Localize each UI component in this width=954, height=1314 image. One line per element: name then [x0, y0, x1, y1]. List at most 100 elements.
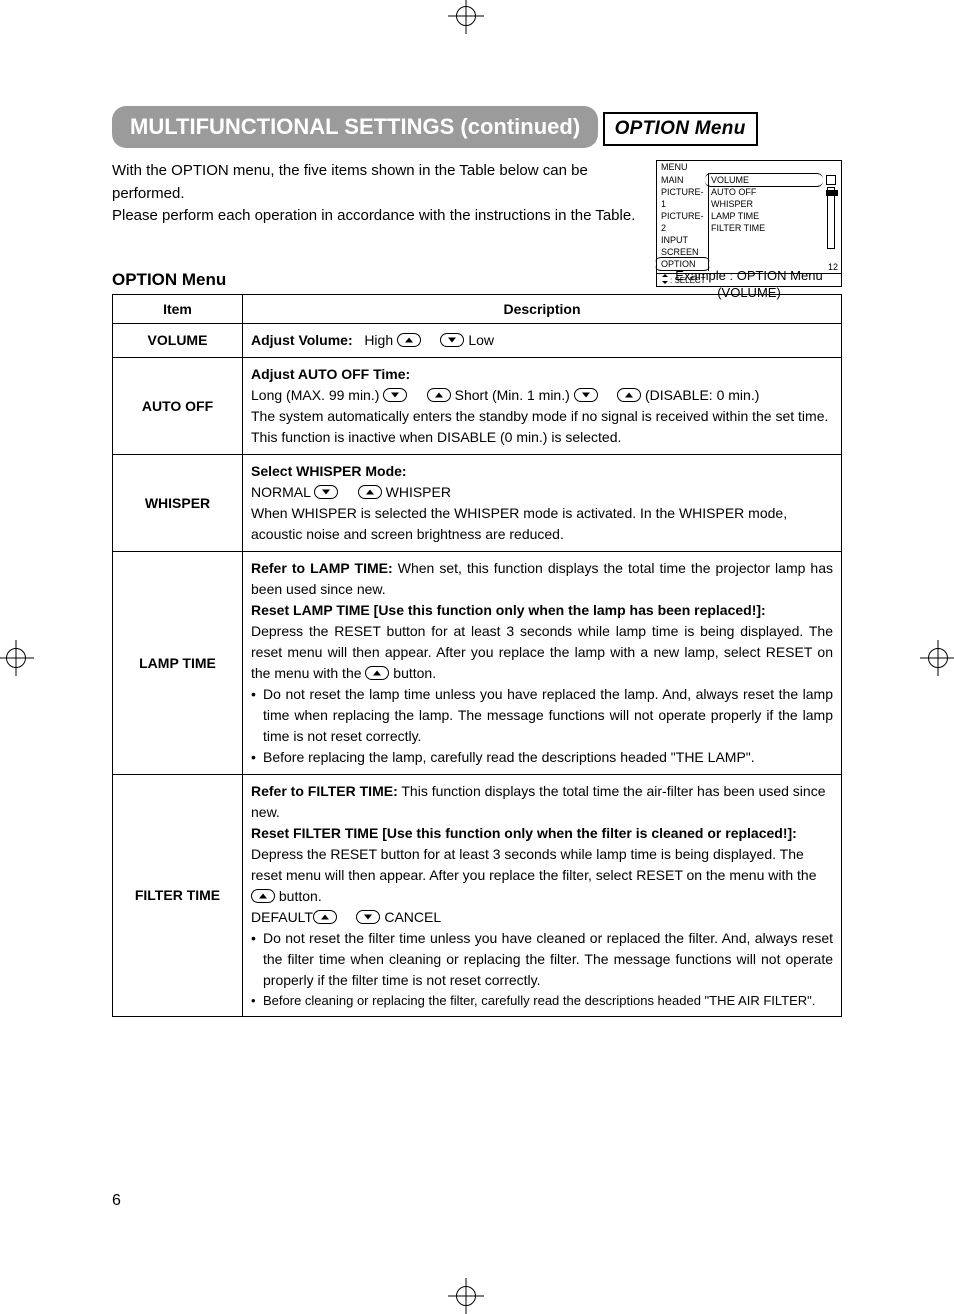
lamp-body2b: button.	[389, 665, 436, 681]
down-key-icon	[314, 485, 338, 499]
osd-caption-l1: Example : OPTION Menu	[675, 268, 822, 283]
osd-right-col: VOLUME AUTO OFF WHISPER LAMP TIME FILTER…	[709, 173, 821, 271]
lamp-bul2: Before replacing the lamp, carefully rea…	[263, 747, 833, 768]
crop-mark	[0, 0, 1, 28]
osd-left-col: MAIN PICTURE-1 PICTURE-2 INPUT SCREEN OP…	[659, 173, 709, 271]
osd-box-icon	[826, 175, 836, 185]
whisper-normal: NORMAL	[251, 484, 310, 500]
osd-left-item: PICTURE-2	[661, 210, 706, 234]
volume-low: Low	[468, 332, 494, 348]
osd-right-item-selected: VOLUME	[711, 174, 819, 186]
lamp-body2a: Depress the RESET button for at least 3 …	[251, 623, 833, 681]
row-desc-volume: Adjust Volume: High Low	[243, 323, 842, 357]
osd-caption-l2: (VOLUME)	[717, 285, 781, 300]
option-table: Item Description VOLUME Adjust Volume: H…	[112, 294, 842, 1018]
row-desc-autooff: Adjust AUTO OFF Time: Long (MAX. 99 min.…	[243, 357, 842, 454]
up-key-icon	[251, 889, 275, 903]
crop-mark	[0, 173, 28, 174]
table-row: FILTER TIME Refer to FILTER TIME: This f…	[113, 774, 842, 1017]
section-banner: MULTIFUNCTIONAL SETTINGS (continued)	[112, 106, 598, 148]
crop-mark	[0, 57, 28, 58]
osd-left-item: MAIN	[661, 174, 706, 186]
up-key-icon	[397, 333, 421, 347]
bullet: •Do not reset the filter time unless you…	[251, 928, 833, 991]
osd-right-item: FILTER TIME	[711, 222, 819, 234]
osd-title: MENU	[657, 161, 841, 173]
down-key-icon	[356, 910, 380, 924]
filter-body2a: Depress the RESET button for at least 3 …	[251, 846, 817, 883]
volume-high: High	[364, 332, 393, 348]
autooff-long: Long (MAX. 99 min.)	[251, 387, 379, 403]
crop-mark	[0, 174, 1, 202]
row-item-lamp: LAMP TIME	[113, 551, 243, 774]
registration-mark-icon	[0, 640, 34, 676]
osd-slider-icon	[827, 187, 835, 249]
registration-mark-icon	[448, 0, 484, 34]
filter-lead2: Reset FILTER TIME [Use this function onl…	[251, 825, 797, 841]
osd-right-item: WHISPER	[711, 198, 819, 210]
row-desc-filter: Refer to FILTER TIME: This function disp…	[243, 774, 842, 1017]
osd-right-item: LAMP TIME	[711, 210, 819, 222]
up-key-icon	[617, 388, 641, 402]
osd-slider-col	[821, 173, 839, 271]
row-item-volume: VOLUME	[113, 323, 243, 357]
up-key-icon	[365, 666, 389, 680]
bullet: •Do not reset the lamp time unless you h…	[251, 684, 833, 747]
crop-mark	[0, 231, 28, 232]
page-number: 6	[112, 1192, 121, 1210]
filter-default: DEFAULT	[251, 909, 313, 925]
crop-mark	[0, 115, 28, 116]
intro-p2: Please perform each operation in accorda…	[112, 207, 635, 224]
bullet: •Before cleaning or replacing the filter…	[251, 991, 833, 1011]
registration-mark-icon	[448, 1278, 484, 1314]
table-row: AUTO OFF Adjust AUTO OFF Time: Long (MAX…	[113, 357, 842, 454]
col-item: Item	[113, 294, 243, 323]
row-desc-lamp: Refer to LAMP TIME: When set, this funct…	[243, 551, 842, 774]
intro-text: With the OPTION menu, the five items sho…	[112, 160, 652, 228]
registration-mark-icon	[920, 640, 954, 676]
crop-mark	[0, 144, 1, 172]
up-key-icon	[313, 910, 337, 924]
table-row: LAMP TIME Refer to LAMP TIME: When set, …	[113, 551, 842, 774]
row-item-filter: FILTER TIME	[113, 774, 243, 1017]
row-item-autooff: AUTO OFF	[113, 357, 243, 454]
osd-right-item: AUTO OFF	[711, 186, 819, 198]
page-content: MULTIFUNCTIONAL SETTINGS (continued) OPT…	[112, 88, 842, 1017]
osd-left-item: PICTURE-1	[661, 186, 706, 210]
osd-caption: Example : OPTION Menu (VOLUME)	[656, 268, 842, 302]
autooff-disable: (DISABLE: 0 min.)	[645, 387, 759, 403]
filter-bul1: Do not reset the filter time unless you …	[263, 928, 833, 991]
crop-mark	[0, 86, 1, 114]
table-row: WHISPER Select WHISPER Mode: NORMAL WHIS…	[113, 454, 842, 551]
filter-body2b: button.	[275, 888, 322, 904]
crop-mark	[0, 116, 1, 144]
volume-lead: Adjust Volume:	[251, 332, 353, 348]
bullet: •Before replacing the lamp, carefully re…	[251, 747, 833, 768]
down-key-icon	[574, 388, 598, 402]
autooff-short: Short (Min. 1 min.)	[455, 387, 570, 403]
row-desc-whisper: Select WHISPER Mode: NORMAL WHISPER When…	[243, 454, 842, 551]
filter-lead1: Refer to FILTER TIME:	[251, 783, 398, 799]
whisper-whisper: WHISPER	[386, 484, 451, 500]
crop-mark	[0, 28, 1, 56]
down-key-icon	[383, 388, 407, 402]
down-key-icon	[440, 333, 464, 347]
crop-mark	[0, 202, 1, 230]
lamp-lead1: Refer to LAMP TIME:	[251, 560, 393, 576]
up-key-icon	[427, 388, 451, 402]
whisper-body: When WHISPER is selected the WHISPER mod…	[251, 505, 787, 542]
lamp-lead2: Reset LAMP TIME [Use this function only …	[251, 602, 766, 618]
row-item-whisper: WHISPER	[113, 454, 243, 551]
up-key-icon	[358, 485, 382, 499]
filter-cancel: CANCEL	[384, 909, 441, 925]
option-menu-heading: OPTION Menu	[603, 112, 758, 146]
osd-left-item: INPUT	[661, 234, 706, 246]
lamp-bul1: Do not reset the lamp time unless you ha…	[263, 684, 833, 747]
intro-p1: With the OPTION menu, the five items sho…	[112, 162, 588, 202]
autooff-body: The system automatically enters the stan…	[251, 408, 828, 445]
table-row: VOLUME Adjust Volume: High Low	[113, 323, 842, 357]
whisper-lead: Select WHISPER Mode:	[251, 463, 407, 479]
crop-mark	[0, 58, 1, 86]
filter-bul2: Before cleaning or replacing the filter,…	[263, 991, 833, 1011]
autooff-lead: Adjust AUTO OFF Time:	[251, 366, 410, 382]
